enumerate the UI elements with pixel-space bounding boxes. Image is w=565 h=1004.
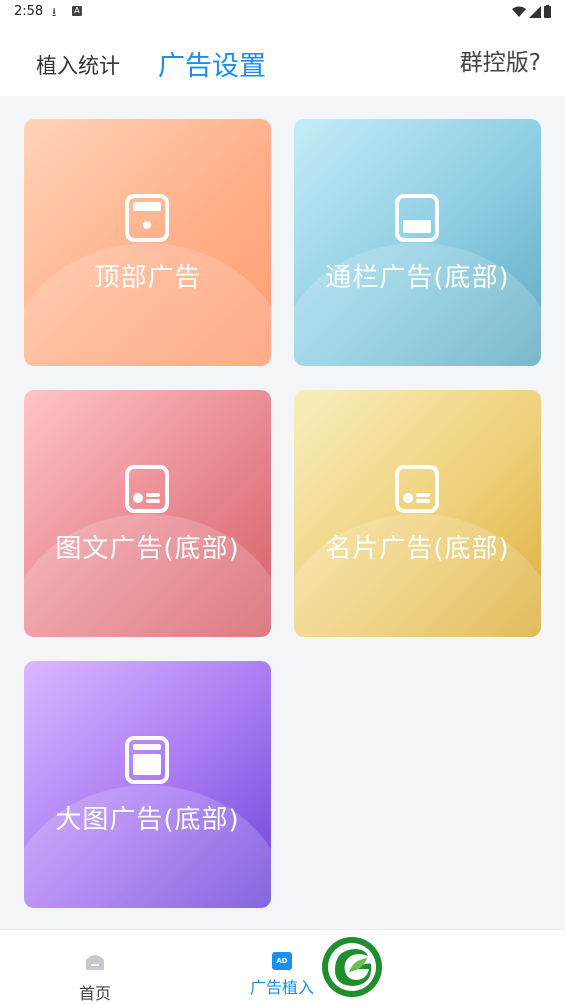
image-text-ad-icon xyxy=(125,465,169,513)
tab-ad-settings[interactable]: 广告设置 xyxy=(158,44,266,83)
group-version-button[interactable]: 群控版? xyxy=(460,43,541,77)
card-ad-icon xyxy=(395,465,439,513)
nav-ad-label: 广告植入 xyxy=(249,978,314,997)
card-big-image-ad[interactable]: 大图广告(底部) xyxy=(24,661,271,908)
status-right-icons xyxy=(512,5,551,18)
status-time: 2:58 xyxy=(14,4,44,19)
card-banner-ad[interactable]: 通栏广告(底部) xyxy=(294,119,541,366)
green-leaf-logo[interactable] xyxy=(321,936,383,998)
nav-home[interactable]: 首页 xyxy=(70,950,120,1004)
signal-icon xyxy=(529,5,541,18)
banner-ad-icon xyxy=(395,194,439,242)
card-top-ad[interactable]: 顶部广告 xyxy=(24,119,271,366)
battery-icon xyxy=(544,5,551,18)
card-label: 顶部广告 xyxy=(93,263,202,293)
home-icon xyxy=(86,955,104,970)
card-label: 图文广告(底部) xyxy=(55,534,240,564)
ad-icon: AD xyxy=(272,952,292,970)
download-icon: ⭳ xyxy=(52,5,57,19)
a-icon: A xyxy=(72,6,82,16)
card-business-card-ad[interactable]: 名片广告(底部) xyxy=(294,390,541,637)
nav-home-label: 首页 xyxy=(78,984,111,1003)
bottom-nav: 首页 AD 广告植入 xyxy=(0,929,565,1004)
card-image-text-ad[interactable]: 图文广告(底部) xyxy=(24,390,271,637)
top-header: 植入统计 广告设置 群控版? xyxy=(0,26,565,96)
status-bar: 2:58 ⭳ A xyxy=(0,0,565,26)
top-ad-icon xyxy=(125,194,169,242)
card-label: 大图广告(底部) xyxy=(55,805,240,835)
card-label: 通栏广告(底部) xyxy=(325,263,510,293)
tab-stats[interactable]: 植入统计 xyxy=(36,50,120,80)
big-image-ad-icon xyxy=(125,736,169,784)
nav-ad-insert[interactable]: AD 广告植入 xyxy=(246,952,318,998)
wifi-icon xyxy=(512,6,526,17)
card-label: 名片广告(底部) xyxy=(325,534,510,564)
